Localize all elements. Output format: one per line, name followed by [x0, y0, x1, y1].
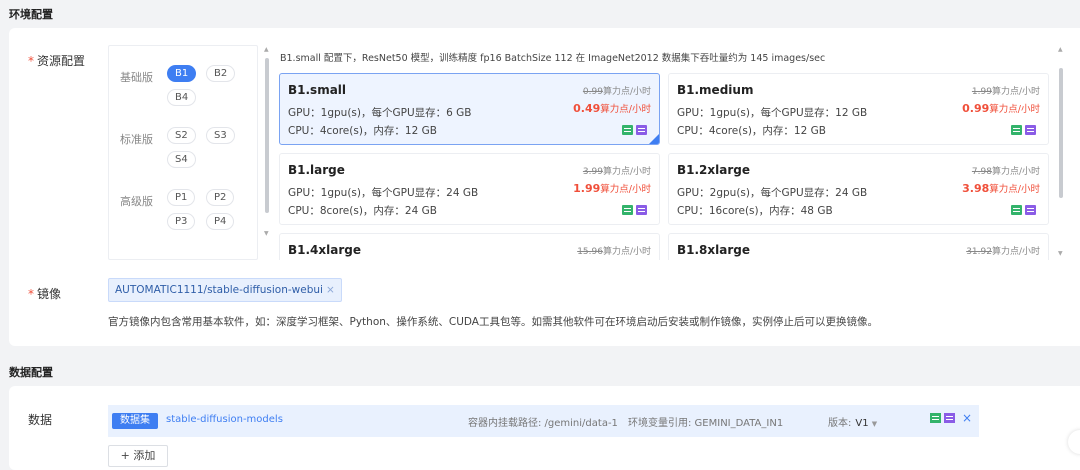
add-data-button[interactable]: + 添加	[108, 445, 168, 467]
plus-icon: +	[120, 449, 130, 462]
tier-advanced-label: 高级版	[120, 195, 153, 208]
spec-card-b1-8xlarge[interactable]: B1.8xlarge 31.92算力点/小时	[668, 233, 1049, 260]
required-mark: *	[28, 54, 34, 68]
data-label: 数据	[28, 413, 53, 427]
spec-description: B1.small 配置下，ResNet50 模型，训练精度 fp16 Batch…	[280, 53, 826, 64]
card-name: B1.8xlarge	[677, 243, 751, 257]
framework-icon	[1025, 125, 1036, 135]
required-mark: *	[28, 287, 34, 301]
resource-label: * 资源配置	[28, 54, 86, 68]
card-name: B1.medium	[677, 83, 754, 97]
card-new-price: 0.49算力点/小时	[573, 102, 651, 115]
dataset-badge: 数据集	[112, 413, 158, 429]
chevron-down-icon: ▼	[871, 420, 878, 428]
tier-scrollbar[interactable]	[265, 58, 269, 213]
gpu-type-icon	[1011, 205, 1022, 215]
version-value: V1	[855, 418, 869, 429]
version-select[interactable]: 版本: V1 ▼	[828, 414, 877, 429]
card-old-price: 1.99算力点/小时	[971, 87, 1040, 97]
image-tag-text: AUTOMATIC1111/stable-diffusion-webui	[115, 284, 323, 296]
tier-option-b2[interactable]: B2	[206, 65, 236, 82]
image-label: * 镜像	[28, 287, 62, 301]
card-old-price: 15.96算力点/小时	[577, 247, 651, 257]
spec-card-b1-4xlarge-clip: B1.4xlarge 15.96算力点/小时	[279, 233, 660, 260]
tier-option-p1[interactable]: P1	[167, 189, 196, 206]
card-old-price: 31.92算力点/小时	[966, 247, 1040, 257]
card-name: B1.4xlarge	[288, 243, 362, 257]
gpu-type-icon	[622, 205, 633, 215]
spec-card-b1-2xlarge[interactable]: B1.2xlarge GPU：2gpu(s)，每个GPU显存：24 GB CPU…	[668, 153, 1049, 225]
close-icon[interactable]: ×	[326, 284, 335, 296]
add-button-label: 添加	[133, 449, 156, 462]
framework-icon	[636, 125, 647, 135]
cards-scroll-up-arrow-icon[interactable]: ▲	[1058, 46, 1063, 53]
selected-check-icon	[649, 134, 659, 144]
card-gpu: GPU：1gpu(s)，每个GPU显存：6 GB	[288, 107, 472, 119]
tier-option-b4[interactable]: B4	[167, 89, 197, 106]
scroll-down-arrow-icon[interactable]: ▼	[264, 230, 269, 237]
card-old-price: 3.99算力点/小时	[582, 167, 651, 177]
cards-scrollbar[interactable]	[1059, 68, 1063, 198]
tier-standard-label: 标准版	[120, 133, 153, 146]
image-note: 官方镜像内包含常用基本软件，如：深度学习框架、Python、操作系统、CUDA工…	[108, 316, 878, 328]
version-label: 版本:	[828, 418, 852, 429]
spec-card-b1-4xlarge[interactable]: B1.4xlarge 15.96算力点/小时	[279, 233, 660, 260]
tier-option-b1[interactable]: B1	[167, 65, 197, 82]
framework-icon	[1025, 205, 1036, 215]
card-gpu: GPU：2gpu(s)，每个GPU显存：24 GB	[677, 187, 868, 199]
remove-dataset-icon[interactable]: ×	[962, 411, 972, 425]
tier-selector: 基础版 B1 B2 B4 标准版 S2 S3 S4 高级版 P1 P2 P3 P…	[108, 45, 258, 260]
card-cpu: CPU：4core(s)，内存：12 GB	[677, 125, 826, 137]
card-cpu: CPU：16core(s)，内存：48 GB	[677, 205, 833, 217]
scroll-up-arrow-icon[interactable]: ▲	[264, 46, 269, 53]
tier-option-p2[interactable]: P2	[206, 189, 235, 206]
spec-card-b1-small[interactable]: B1.small GPU：1gpu(s)，每个GPU显存：6 GB CPU：4c…	[279, 73, 660, 145]
env-var-ref: 环境变量引用: GEMINI_DATA_IN1	[628, 418, 784, 429]
tier-option-s3[interactable]: S3	[206, 127, 235, 144]
spec-card-b1-8xlarge-clip: B1.8xlarge 31.92算力点/小时	[668, 233, 1049, 260]
card-gpu: GPU：1gpu(s)，每个GPU显存：24 GB	[288, 187, 479, 199]
dataset-framework-icon	[944, 413, 955, 423]
gpu-type-icon	[622, 125, 633, 135]
card-new-price: 0.99算力点/小时	[962, 102, 1040, 115]
mount-path: 容器内挂载路径: /gemini/data-1	[468, 418, 618, 429]
card-cpu: CPU：8core(s)，内存：24 GB	[288, 205, 437, 217]
tier-option-p3[interactable]: P3	[167, 213, 196, 230]
card-name: B1.small	[288, 83, 347, 97]
tier-basic-label: 基础版	[120, 71, 153, 84]
gpu-type-icon	[1011, 125, 1022, 135]
card-old-price: 0.99算力点/小时	[582, 87, 651, 97]
tier-option-s4[interactable]: S4	[167, 151, 196, 168]
dataset-name-link[interactable]: stable-diffusion-models	[166, 414, 283, 425]
env-section-title: 环境配置	[9, 8, 53, 21]
card-cpu: CPU：4core(s)，内存：12 GB	[288, 125, 437, 137]
dataset-row: 数据集 stable-diffusion-models 容器内挂载路径: /ge…	[108, 405, 979, 437]
tier-option-s2[interactable]: S2	[167, 127, 196, 144]
cards-scroll-down-arrow-icon[interactable]: ▼	[1058, 250, 1063, 257]
card-new-price: 3.98算力点/小时	[962, 182, 1040, 195]
image-tag[interactable]: AUTOMATIC1111/stable-diffusion-webui ×	[108, 278, 342, 302]
framework-icon	[636, 205, 647, 215]
card-name: B1.2xlarge	[677, 163, 751, 177]
card-gpu: GPU：1gpu(s)，每个GPU显存：12 GB	[677, 107, 868, 119]
card-name: B1.large	[288, 163, 345, 177]
data-section-title: 数据配置	[9, 366, 53, 379]
spec-card-b1-medium[interactable]: B1.medium GPU：1gpu(s)，每个GPU显存：12 GB CPU：…	[668, 73, 1049, 145]
card-old-price: 7.98算力点/小时	[971, 167, 1040, 177]
tier-option-p4[interactable]: P4	[206, 213, 235, 230]
dataset-type-icon	[930, 413, 941, 423]
card-new-price: 1.99算力点/小时	[573, 182, 651, 195]
spec-card-b1-large[interactable]: B1.large GPU：1gpu(s)，每个GPU显存：24 GB CPU：8…	[279, 153, 660, 225]
